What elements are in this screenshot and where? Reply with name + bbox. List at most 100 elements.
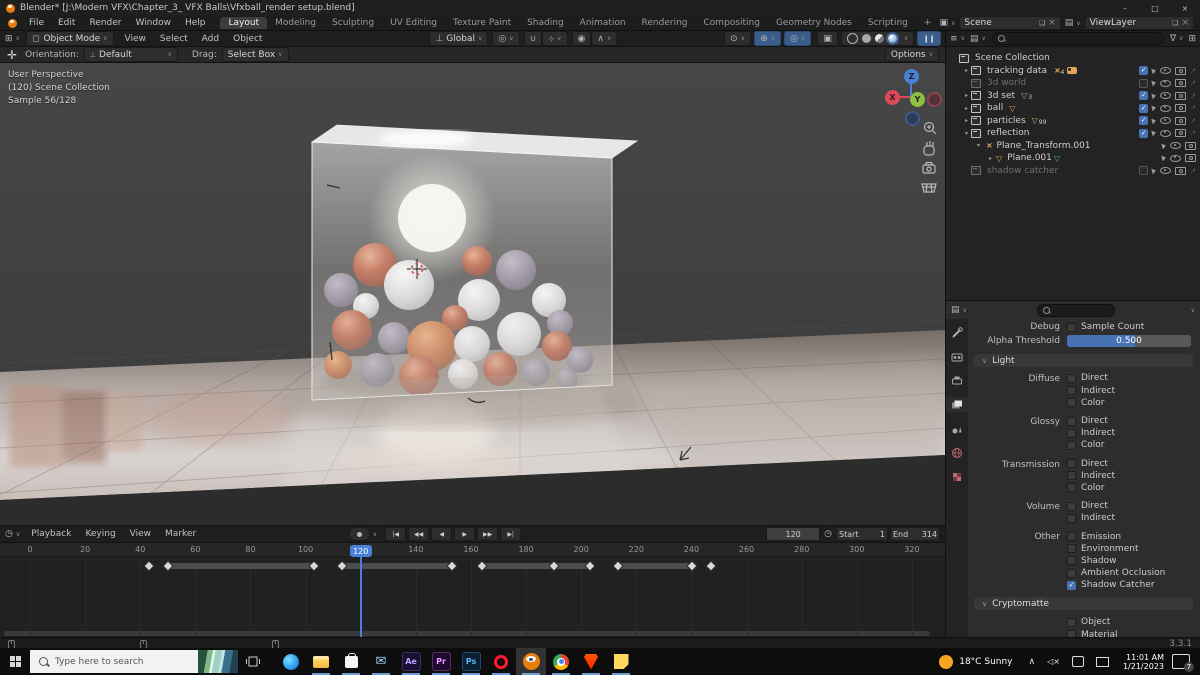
properties-editor-icon[interactable]: ▤	[951, 305, 960, 315]
taskbar-app-mail[interactable]: ✉	[366, 648, 396, 675]
task-view-button[interactable]	[238, 648, 268, 675]
tab-tool[interactable]	[946, 325, 968, 340]
pivot-point-dropdown[interactable]: ◎∨	[492, 31, 519, 46]
timeline-scrollbar[interactable]	[4, 631, 930, 636]
remove-layer-icon[interactable]: ×	[1181, 18, 1189, 28]
menu-item[interactable]: File	[22, 18, 51, 28]
light-section-header[interactable]: ∨ Light	[974, 354, 1193, 367]
pass-checkbox[interactable]: ✓	[1067, 374, 1076, 383]
cryptomatte-checkbox[interactable]: ✓	[1067, 618, 1076, 627]
expand-arrow-icon[interactable]: ▸	[962, 67, 971, 74]
outliner-row[interactable]: ▾ + ▽ reflection + ▽ ▽ ✓ ↗	[946, 127, 1200, 140]
unlink-scene-icon[interactable]: ×	[1048, 18, 1056, 28]
outliner-item-label[interactable]: shadow catcher	[987, 166, 1058, 176]
render-visibility-icon[interactable]	[1175, 129, 1186, 137]
menu-item[interactable]: Render	[82, 18, 128, 28]
exclude-checkbox[interactable]: ✓	[1139, 116, 1148, 125]
pass-checkbox[interactable]: ✓	[1067, 483, 1076, 492]
workspace-tab[interactable]: Modeling	[267, 17, 324, 29]
shading-dropdown[interactable]: ∨	[904, 35, 908, 42]
workspace-tab[interactable]: Compositing	[696, 17, 768, 29]
keyframe-diamond[interactable]	[706, 560, 717, 571]
pass-checkbox[interactable]: ✓	[1067, 502, 1076, 511]
keyframe-range-bar[interactable]	[482, 563, 589, 569]
menu-item[interactable]: Help	[178, 18, 213, 28]
notification-center-icon[interactable]: 7	[1172, 654, 1190, 669]
outliner-item-label[interactable]: Plane_Transform.001	[997, 141, 1091, 151]
expand-arrow-icon[interactable]: ▾	[974, 142, 983, 149]
blender-menu-icon[interactable]	[8, 19, 17, 28]
frame-end-field[interactable]: End314	[890, 527, 940, 541]
taskbar-app-edge[interactable]	[276, 648, 306, 675]
holdout-icon[interactable]: ↗	[1190, 92, 1196, 100]
selectable-icon[interactable]	[1151, 67, 1156, 74]
timeline-menu-item[interactable]: Playback	[24, 529, 78, 539]
tab-scene[interactable]	[946, 421, 968, 436]
taskbar-app-chrome[interactable]	[546, 648, 576, 675]
add-workspace-button[interactable]: +	[916, 17, 940, 29]
outliner-item-label[interactable]: ball	[987, 103, 1003, 113]
exclude-checkbox[interactable]: ✓	[1139, 104, 1148, 113]
gizmos-toggle[interactable]: ⊕∨	[754, 31, 781, 46]
holdout-icon[interactable]: ↗	[1190, 79, 1196, 87]
selectable-icon[interactable]	[1161, 155, 1166, 162]
selectable-icon[interactable]	[1151, 92, 1156, 99]
workspace-tab[interactable]: Shading	[519, 17, 572, 29]
hide-eye-icon[interactable]	[1160, 117, 1171, 124]
viewport-3d[interactable]: User Perspective (120) Scene Collection …	[0, 63, 945, 525]
taskbar-app-photoshop[interactable]: Ps	[456, 648, 486, 675]
holdout-icon[interactable]: ↗	[1190, 67, 1196, 75]
network-display-icon[interactable]	[1096, 657, 1109, 667]
copy-layer-icon[interactable]: ❏	[1172, 19, 1178, 27]
taskbar-app-after-effects[interactable]: Ae	[396, 648, 426, 675]
pass-checkbox[interactable]: ✓	[1067, 386, 1076, 395]
filter-icon[interactable]: ∇	[1170, 34, 1176, 44]
taskbar-search[interactable]: Type here to search	[30, 650, 238, 673]
playhead-frame-badge[interactable]: 120	[350, 545, 372, 557]
outliner-row[interactable]: + ▽ 3d world + ▽ ▽ ✓ ↗	[946, 77, 1200, 90]
taskbar-app-brave[interactable]	[576, 648, 606, 675]
current-frame-field[interactable]: 120	[766, 527, 820, 541]
workspace-tab[interactable]: Layout	[220, 17, 267, 29]
render-visibility-icon[interactable]	[1185, 142, 1196, 150]
workspace-tab[interactable]: Rendering	[634, 17, 696, 29]
outliner-row[interactable]: ▸ + ▽ tracking data + ▽ 4 ▽ ✓ ↗	[946, 65, 1200, 78]
outliner-display-mode-icon[interactable]: ▤	[970, 34, 979, 44]
outliner-row[interactable]: ▸ + ▽ Plane.001 + ▽ ▽ ✓ ↗	[946, 152, 1200, 165]
render-visibility-icon[interactable]	[1185, 154, 1196, 162]
workspace-tab[interactable]: Geometry Nodes	[768, 17, 860, 29]
render-visibility-icon[interactable]	[1175, 79, 1186, 87]
keyframe-diamond[interactable]	[143, 560, 154, 571]
outliner-item-label[interactable]: particles	[987, 116, 1026, 126]
start-button[interactable]	[0, 648, 30, 675]
timeline-menu-item[interactable]: View	[123, 529, 158, 539]
taskbar-app-blender[interactable]	[516, 648, 546, 675]
timeline-editor-icon[interactable]: ◷	[5, 529, 13, 539]
mode-selector[interactable]: ◻ Object Mode∨	[26, 31, 114, 46]
keyframe-range-bar[interactable]	[168, 563, 314, 569]
proportional-falloff-dropdown[interactable]: ∧∨	[591, 31, 617, 46]
timeline-ruler[interactable]: 0204060801001201401601802002202402602803…	[0, 543, 945, 557]
pass-checkbox[interactable]: ✓	[1067, 581, 1076, 590]
outliner-row[interactable]: + ▽ Scene Collection + ▽ ▽ ✓ ↗	[946, 52, 1200, 65]
expand-arrow-icon[interactable]: ▸	[962, 117, 971, 124]
exclude-checkbox[interactable]: ✓	[1139, 66, 1148, 75]
expand-arrow-icon[interactable]: ▾	[962, 130, 971, 137]
solid-shading-button[interactable]	[862, 34, 871, 43]
pass-checkbox[interactable]: ✓	[1067, 398, 1076, 407]
pass-checkbox[interactable]: ✓	[1067, 441, 1076, 450]
expand-arrow-icon[interactable]: ▸	[962, 92, 971, 99]
copy-scene-icon[interactable]: ❏	[1039, 19, 1045, 27]
timeline-canvas[interactable]	[0, 557, 945, 638]
cryptomatte-section-header[interactable]: ∨ Cryptomatte	[974, 597, 1193, 610]
render-visibility-icon[interactable]	[1175, 167, 1186, 175]
weather-icon[interactable]	[939, 655, 953, 669]
selectable-icon[interactable]	[1151, 130, 1156, 137]
scene-selector[interactable]: Scene ❏ ×	[959, 16, 1060, 30]
keyframe-range-bar[interactable]	[341, 563, 451, 569]
selectable-icon[interactable]	[1151, 105, 1156, 112]
gizmo-y-axis[interactable]: Y	[910, 92, 925, 107]
tab-texture[interactable]	[946, 469, 968, 484]
tray-expand-icon[interactable]: ∧	[1029, 657, 1036, 667]
hide-eye-icon[interactable]	[1170, 155, 1181, 162]
